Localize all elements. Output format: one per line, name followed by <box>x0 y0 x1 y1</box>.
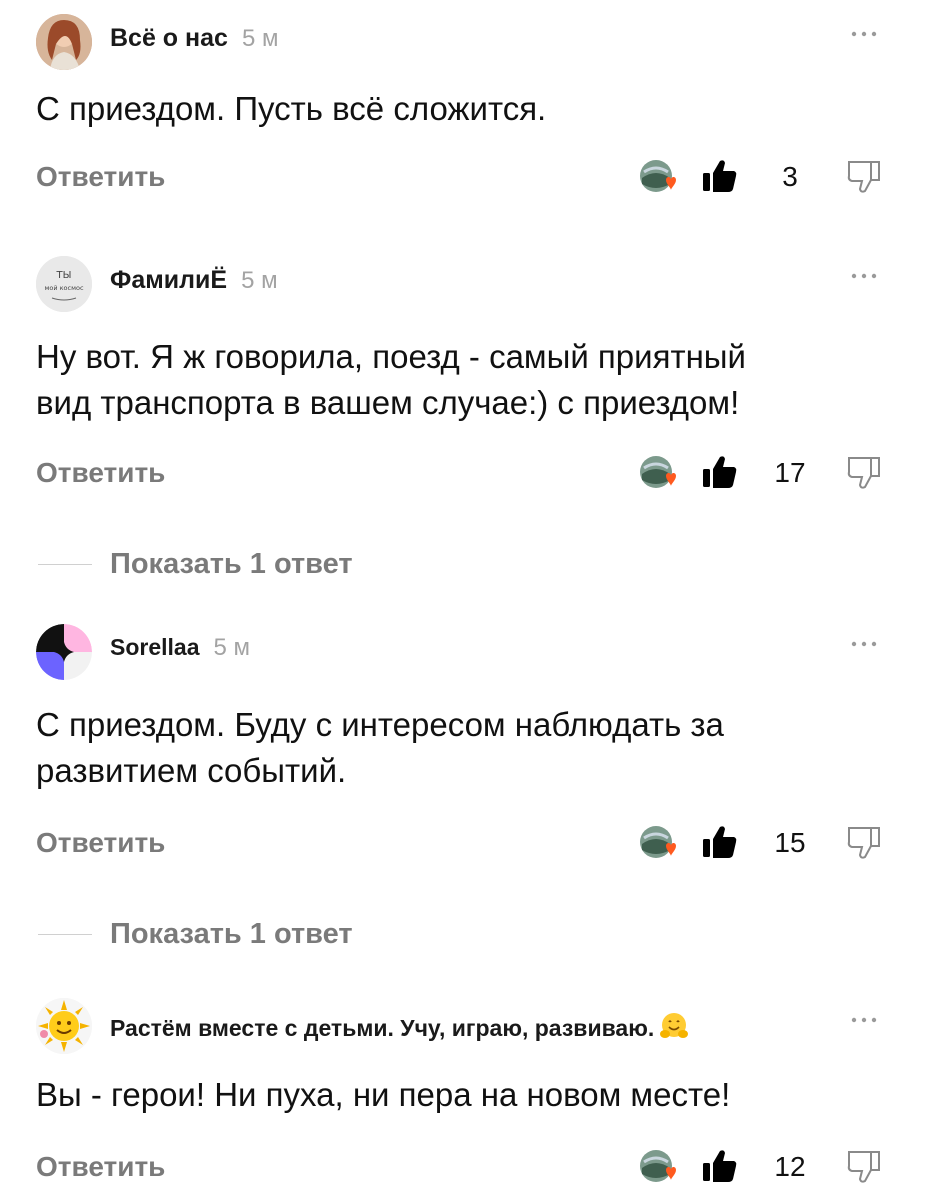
girl-photo-avatar-icon <box>36 14 92 70</box>
comment-time: 5 м <box>241 25 279 52</box>
avatar[interactable] <box>36 998 92 1054</box>
comment-header: Всё о нас 5 м <box>0 8 936 70</box>
more-options-icon[interactable] <box>846 258 882 294</box>
divider <box>38 564 92 565</box>
author-line: Всё о нас 5 м <box>110 24 278 53</box>
like-count: 17 <box>774 457 806 488</box>
comment-text: Ну вот. Я ж говорила, поезд - самый прия… <box>36 338 746 421</box>
quadrant-logo-avatar-icon <box>36 624 92 680</box>
reply-button[interactable]: Ответить <box>36 1142 165 1192</box>
sun-avatar-icon <box>36 998 92 1054</box>
author-name[interactable]: ФамилиЁ <box>110 266 227 294</box>
show-replies[interactable]: Показать 1 ответ <box>0 542 936 586</box>
comment-actions: Ответить 15 <box>0 818 936 868</box>
author-name[interactable]: Всё о нас <box>110 24 228 52</box>
author-name[interactable]: Sorellaa <box>110 634 200 660</box>
comment-text: С приездом. Буду с интересом наблюдать з… <box>36 706 724 789</box>
like-count: 12 <box>774 1151 806 1182</box>
author-line: Sorellaa 5 м <box>110 634 250 662</box>
comment-actions: Ответить 12 <box>0 1142 936 1192</box>
dislike-outline-icon[interactable] <box>844 1146 884 1186</box>
show-replies-button[interactable]: Показать 1 ответ <box>110 912 353 956</box>
svg-text:мой космос: мой космос <box>44 284 84 292</box>
reactors-avatar-icon[interactable] <box>638 1148 680 1186</box>
like-filled-icon[interactable] <box>700 156 740 196</box>
dislike-outline-icon[interactable] <box>844 822 884 862</box>
avatar[interactable] <box>36 14 92 70</box>
divider <box>38 934 92 935</box>
comment-actions: Ответить 3 <box>0 152 936 202</box>
dislike-outline-icon[interactable] <box>844 156 884 196</box>
like-filled-icon[interactable] <box>700 452 740 492</box>
more-options-icon[interactable] <box>846 1002 882 1038</box>
reply-button[interactable]: Ответить <box>36 818 165 868</box>
comment-text: С приездом. Пусть всё сложится. <box>36 90 547 127</box>
comment-header: Sorellaa 5 м <box>0 618 936 680</box>
comment-time: 5 м <box>241 267 278 294</box>
reactors-avatar-icon[interactable] <box>638 454 680 492</box>
comment-header: ТЫ мой космос ФамилиЁ 5 м <box>0 250 936 312</box>
show-replies-button[interactable]: Показать 1 ответ <box>110 542 353 586</box>
show-replies[interactable]: Показать 1 ответ <box>0 912 936 956</box>
author-line: ФамилиЁ 5 м <box>110 266 278 295</box>
comment-time: 5 м <box>213 634 251 661</box>
like-count: 15 <box>774 827 806 858</box>
avatar[interactable] <box>36 624 92 680</box>
handwritten-note-avatar-icon: ТЫ мой космос <box>36 256 92 312</box>
author-name[interactable]: Растём вместе с детьми. Учу, играю, разв… <box>110 1015 654 1041</box>
comment-actions: Ответить 17 <box>0 448 936 498</box>
reactors-avatar-icon[interactable] <box>638 158 680 196</box>
reply-button[interactable]: Ответить <box>36 152 165 202</box>
dislike-outline-icon[interactable] <box>844 452 884 492</box>
hugging-face-emoji-icon <box>658 1010 690 1042</box>
reactors-avatar-icon[interactable] <box>638 824 680 862</box>
author-line: Растём вместе с детьми. Учу, играю, разв… <box>110 1010 690 1042</box>
reply-button[interactable]: Ответить <box>36 448 165 498</box>
comment-text: Вы - герои! Ни пуха, ни пера на новом ме… <box>36 1076 731 1113</box>
more-options-icon[interactable] <box>846 16 882 52</box>
like-count: 3 <box>782 161 798 192</box>
svg-text:ТЫ: ТЫ <box>56 270 72 281</box>
comment-header: Растём вместе с детьми. Учу, играю, разв… <box>0 992 936 1054</box>
avatar[interactable]: ТЫ мой космос <box>36 256 92 312</box>
more-options-icon[interactable] <box>846 626 882 662</box>
like-filled-icon[interactable] <box>700 822 740 862</box>
like-filled-icon[interactable] <box>700 1146 740 1186</box>
